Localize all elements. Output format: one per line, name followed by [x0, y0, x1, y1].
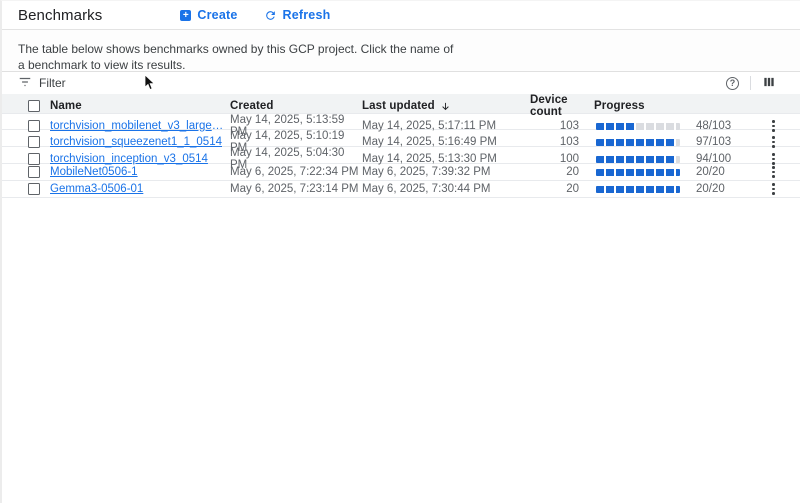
row-actions-cell [764, 165, 800, 179]
progress-label: 20/20 [696, 166, 725, 178]
last-updated-cell: May 6, 2025, 7:39:32 PM [362, 166, 530, 178]
benchmark-name-link[interactable]: torchvision_mobilenet_v3_large_0514 [50, 120, 226, 132]
benchmark-name-link[interactable]: Gemma3-0506-01 [50, 183, 226, 195]
device-count-cell: 20 [530, 166, 594, 178]
device-count-cell: 103 [530, 120, 594, 132]
help-circle-icon: ? [726, 77, 739, 90]
filter-list-icon [18, 75, 32, 92]
refresh-button-label: Refresh [283, 8, 331, 22]
last-updated-cell: May 14, 2025, 5:16:49 PM [362, 136, 530, 148]
progress-bar-fill [596, 139, 675, 146]
table-toolbar: Filter ? [2, 72, 800, 94]
row-checkbox[interactable] [28, 120, 40, 132]
arrow-down-icon [440, 101, 451, 112]
benchmark-name-cell: Gemma3-0506-01 [50, 183, 230, 195]
column-display-icon [762, 75, 776, 92]
progress-bar-fill [596, 169, 680, 176]
progress-label: 97/103 [696, 136, 731, 148]
progress-bar-fill [596, 156, 675, 163]
device-count-cell: 103 [530, 136, 594, 148]
column-header-device-count[interactable]: Device count [530, 94, 594, 118]
progress-label: 94/100 [696, 153, 731, 165]
progress-bar-fill [596, 123, 635, 130]
column-header-progress[interactable]: Progress [594, 100, 764, 112]
row-checkbox-cell [18, 183, 50, 195]
progress-label: 48/103 [696, 120, 731, 132]
progress-bar [596, 169, 680, 176]
column-header-last-updated-label: Last updated [362, 100, 435, 112]
created-cell: May 6, 2025, 7:22:34 PM [230, 166, 362, 178]
row-actions-cell [764, 152, 800, 166]
last-updated-cell: May 14, 2025, 5:17:11 PM [362, 120, 530, 132]
column-header-created[interactable]: Created [230, 100, 362, 112]
benchmark-name-cell: torchvision_squeezenet1_1_0514 [50, 136, 230, 148]
page-description: The table below shows benchmarks owned b… [2, 30, 800, 71]
refresh-button[interactable]: Refresh [264, 8, 331, 22]
table-row: torchvision_squeezenet1_1_0514 May 14, 20… [2, 130, 800, 147]
row-checkbox-cell [18, 136, 50, 148]
benchmark-name-cell: torchvision_mobilenet_v3_large_0514 [50, 120, 230, 132]
app-bar: Benchmarks + Create Refresh [2, 1, 800, 30]
kebab-menu-icon[interactable] [768, 119, 779, 133]
table-body: torchvision_mobilenet_v3_large_0514 May 1… [2, 113, 800, 198]
benchmark-name-cell: MobileNet0506-1 [50, 166, 230, 178]
table-row: torchvision_mobilenet_v3_large_0514 May 1… [2, 113, 800, 130]
progress-bar-fill [596, 186, 680, 193]
device-count-cell: 100 [530, 153, 594, 165]
table-row: torchvision_inception_v3_0514 May 14, 202… [2, 147, 800, 164]
progress-bar [596, 156, 680, 163]
table-row: MobileNet0506-1 May 6, 2025, 7:22:34 PMMa… [2, 164, 800, 181]
progress-cell: 20/20 [594, 183, 764, 195]
column-header-last-updated[interactable]: Last updated [362, 100, 530, 112]
column-header-name[interactable]: Name [50, 100, 230, 112]
progress-bar [596, 123, 680, 130]
select-all-cell [18, 100, 50, 112]
refresh-icon [264, 9, 277, 22]
column-display-options-button[interactable] [762, 75, 776, 92]
filter-button[interactable]: Filter [18, 75, 66, 92]
kebab-menu-icon[interactable] [768, 165, 779, 179]
description-line-1: The table below shows benchmarks owned b… [18, 41, 784, 57]
row-actions-cell [764, 135, 800, 149]
last-updated-cell: May 6, 2025, 7:30:44 PM [362, 183, 530, 195]
create-button[interactable]: + Create [180, 8, 237, 22]
kebab-menu-icon[interactable] [768, 135, 779, 149]
row-checkbox-cell [18, 153, 50, 165]
row-checkbox-cell [18, 120, 50, 132]
device-count-cell: 20 [530, 183, 594, 195]
progress-cell: 20/20 [594, 166, 764, 178]
benchmark-name-link[interactable]: torchvision_inception_v3_0514 [50, 153, 226, 165]
last-updated-cell: May 14, 2025, 5:13:30 PM [362, 153, 530, 165]
table-header-row: Name Created Last updated Device count P… [2, 94, 800, 113]
filter-button-label: Filter [39, 76, 66, 90]
row-checkbox[interactable] [28, 136, 40, 148]
benchmark-name-link[interactable]: torchvision_squeezenet1_1_0514 [50, 136, 226, 148]
toolbar-divider [750, 76, 751, 90]
progress-bar [596, 186, 680, 193]
row-checkbox[interactable] [28, 153, 40, 165]
page-title: Benchmarks [18, 7, 102, 24]
progress-cell: 94/100 [594, 153, 764, 165]
plus-square-icon: + [180, 10, 191, 21]
progress-cell: 48/103 [594, 120, 764, 132]
kebab-menu-icon[interactable] [768, 152, 779, 166]
help-button[interactable]: ? [726, 77, 739, 90]
table-row: Gemma3-0506-01 May 6, 2025, 7:23:14 PMMay… [2, 181, 800, 198]
progress-label: 20/20 [696, 183, 725, 195]
create-button-label: Create [197, 8, 237, 22]
progress-cell: 97/103 [594, 136, 764, 148]
select-all-checkbox[interactable] [28, 100, 40, 112]
row-checkbox[interactable] [28, 166, 40, 178]
kebab-menu-icon[interactable] [768, 182, 779, 196]
benchmarks-table-card: Filter ? Name Created Last updated Devic… [2, 71, 800, 198]
benchmark-name-link[interactable]: MobileNet0506-1 [50, 166, 226, 178]
created-cell: May 6, 2025, 7:23:14 PM [230, 183, 362, 195]
row-actions-cell [764, 182, 800, 196]
progress-bar [596, 139, 680, 146]
row-actions-cell [764, 119, 800, 133]
benchmark-name-cell: torchvision_inception_v3_0514 [50, 153, 230, 165]
row-checkbox-cell [18, 166, 50, 178]
row-checkbox[interactable] [28, 183, 40, 195]
